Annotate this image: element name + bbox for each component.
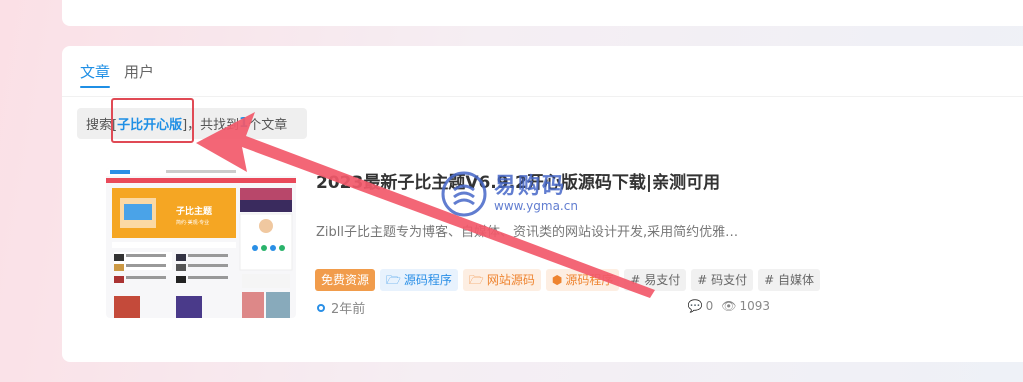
tag-label: # 易支付: [630, 273, 681, 287]
time-dot-icon: [317, 303, 325, 312]
thumbnail-banner-text: 子比主题: [176, 205, 213, 217]
comment-count-text: 0: [705, 299, 714, 313]
result-count: 1: [239, 116, 249, 131]
result-tabs: 文章 用户: [80, 62, 154, 88]
thumbnail-sub-text: 简约·美观·专业: [176, 219, 209, 226]
eye-icon: 👁: [721, 299, 737, 313]
folder-icon: 🗁: [468, 273, 484, 287]
search-results-card: 文章 用户 搜索[子比开心版]，共找到 1 个文章 子比主题 简约·美观·专业: [62, 46, 1023, 362]
result-unit: 个文章: [248, 118, 288, 133]
tag-label: 网站源码: [486, 273, 535, 287]
tag-self-media[interactable]: # 自媒体: [758, 269, 820, 291]
post-time-text: 2年前: [331, 302, 366, 317]
box-icon: ⬢: [551, 273, 563, 287]
tag-epay[interactable]: # 易支付: [624, 269, 687, 291]
comment-count[interactable]: 💬 0: [688, 299, 714, 313]
keyword-highlight-box: [111, 98, 194, 143]
post-stats: 💬 0 👁 1093: [688, 299, 770, 313]
tag-source-program[interactable]: 🗁 源码程序: [380, 269, 458, 291]
post-tags: 免费资源 🗁 源码程序 🗁 网站源码 ⬢ 源码程序 # 易支付 # 码支付 # 自媒体: [315, 269, 820, 291]
comment-icon: 💬: [687, 299, 703, 313]
post-time: 2年前: [317, 298, 365, 317]
tag-website-source[interactable]: 🗁 网站源码: [462, 269, 541, 291]
folder-icon: 🗁: [386, 273, 401, 287]
tag-codepay[interactable]: # 码支付: [691, 269, 754, 291]
tag-label: 源码程序: [403, 273, 452, 287]
tag-label: 免费资源: [321, 273, 370, 287]
tab-articles[interactable]: 文章: [80, 62, 111, 88]
tag-free-resource[interactable]: 免费资源: [315, 269, 376, 291]
post-thumbnail[interactable]: 子比主题 简约·美观·专业: [106, 168, 296, 318]
tag-label: 源码程序: [565, 273, 614, 287]
tag-label: # 码支付: [697, 273, 748, 287]
post-excerpt: Zibll子比主题专为博客、自媒体、资讯类的网站设计开发,采用简约优雅…: [316, 225, 739, 240]
tab-users[interactable]: 用户: [124, 62, 154, 88]
view-count-text: 1093: [739, 299, 770, 313]
tag-source-program-2[interactable]: ⬢ 源码程序: [545, 269, 620, 291]
tabs-divider: [62, 96, 1023, 97]
previous-card: [62, 0, 1023, 26]
post-title[interactable]: 2023最新子比主题V6.9.2开心版源码下载|亲测可用: [316, 168, 720, 193]
tag-label: # 自媒体: [764, 273, 814, 287]
view-count: 👁 1093: [721, 299, 770, 313]
